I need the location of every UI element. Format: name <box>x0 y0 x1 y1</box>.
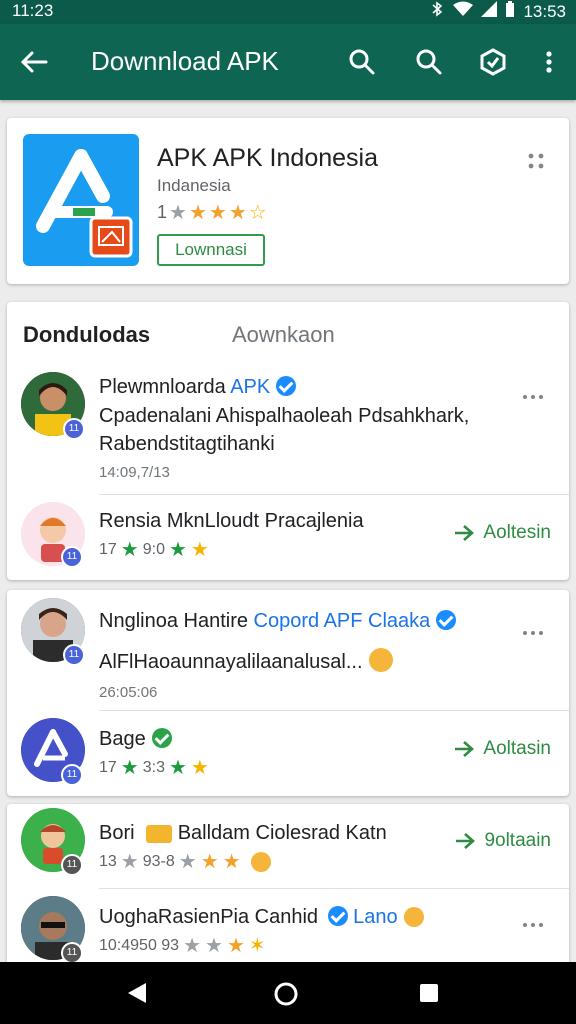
app-card: APK APK Indonesia Indanesia 1 ★ ★ ★ ★ ☆ … <box>7 118 569 284</box>
obtain-button[interactable]: 9oltaain <box>454 830 551 852</box>
divider <box>99 494 569 495</box>
downloads-card: Dondulodas Aownkaon 11 Plewmnloarda APK … <box>7 302 569 580</box>
nav-back-icon[interactable] <box>124 980 150 1011</box>
star-icon: ★ <box>226 935 245 957</box>
search-icon-secondary[interactable] <box>413 46 445 78</box>
grid-dots-icon[interactable] <box>527 152 545 170</box>
star-icon: ★ <box>168 539 187 561</box>
wifi-icon <box>453 1 474 22</box>
item-name: Bage <box>99 728 172 751</box>
item-name: Nnglinoa Hantire Copord APF Claaka <box>99 610 457 633</box>
star-icon: ★ <box>208 201 227 224</box>
system-nav-bar <box>0 962 576 1024</box>
avatar-badge: 11 <box>61 764 83 786</box>
status-time: 11:23 <box>12 1 54 20</box>
overflow-menu-icon[interactable] <box>533 46 565 78</box>
app-bar: Downnload APK <box>0 24 576 100</box>
star-icon: ✶ <box>248 935 266 957</box>
item-time: 14:09,7/13 <box>99 464 170 481</box>
star-icon: ★ <box>183 935 202 957</box>
emoji-icon <box>368 648 393 672</box>
avatar-badge: 11 <box>63 418 85 440</box>
item-name: Plewmnloarda APK <box>99 376 297 399</box>
half-star-icon: ☆ <box>248 201 267 224</box>
more-options-icon[interactable] <box>523 386 549 399</box>
avatar-badge: 11 <box>63 644 85 666</box>
more-options-icon[interactable] <box>523 914 549 927</box>
verified-icon <box>151 728 172 748</box>
bluetooth-icon <box>429 1 445 22</box>
item-description-2: Rabendstitagtihanki <box>99 433 275 455</box>
star-icon: ★ <box>120 757 139 779</box>
star-icon: ★ <box>205 935 223 957</box>
star-icon: ★ <box>178 851 197 873</box>
star-icon: ★ <box>190 539 209 561</box>
back-arrow-icon[interactable] <box>18 46 50 78</box>
divider <box>99 710 569 711</box>
app-name: APK APK Indonesia <box>157 144 378 172</box>
item-rating: 17 ★ 9:0 ★ ★ <box>99 539 209 561</box>
verified-icon <box>436 610 457 630</box>
search-icon[interactable] <box>346 46 378 78</box>
emoji-icon <box>146 825 173 843</box>
send-arrow-icon <box>455 741 475 757</box>
star-icon: ★ <box>228 201 247 224</box>
avatar-badge: 11 <box>61 942 83 964</box>
emoji-icon <box>250 852 271 872</box>
item-rating: 10:4950 93 ★ ★ ★ ✶ <box>99 935 266 957</box>
nav-home-icon[interactable] <box>272 980 300 1013</box>
second-list-card: 11 Nnglinoa Hantire Copord APF Claaka Al… <box>7 590 569 796</box>
verified-icon <box>276 376 297 396</box>
avatar-badge: 11 <box>61 546 83 568</box>
star-icon: ★ <box>168 757 187 779</box>
download-button[interactable]: Lownnasi <box>157 234 265 266</box>
tab-secondary[interactable]: Aownkaon <box>232 322 335 348</box>
star-icon: ★ <box>190 757 209 779</box>
item-name: Rensia MknLloudt Pracajlenia <box>99 510 364 532</box>
star-icon: ★ <box>200 851 219 873</box>
item-description: Cpadenalani Ahispalhaoleah Pdsahkhark, <box>99 405 470 427</box>
divider <box>99 888 569 889</box>
star-icon: ★ <box>120 851 139 873</box>
item-name: UoghaRasienPia Canhid Lano <box>99 906 424 929</box>
page-title: Downnload APK <box>91 46 279 76</box>
signal-icon <box>481 1 498 22</box>
more-options-icon[interactable] <box>523 622 549 635</box>
avatar-badge: 11 <box>61 854 83 876</box>
verified-icon <box>327 906 348 926</box>
sync-icon[interactable] <box>477 46 509 78</box>
item-rating: 17 ★ 3:3 ★ ★ <box>99 757 209 779</box>
item-time: 26:05:06 <box>99 684 158 701</box>
tab-downloads[interactable]: Dondulodas <box>23 322 150 348</box>
app-subtitle: Indanesia <box>157 176 231 195</box>
obtain-button[interactable]: Aoltesin <box>453 522 551 544</box>
emoji-icon <box>403 907 424 927</box>
app-rating: 1 ★ ★ ★ ★ ☆ <box>157 201 267 224</box>
battery-icon <box>505 1 515 22</box>
app-logo <box>23 134 139 266</box>
item-rating: 13 ★ 93-8 ★ ★ ★ <box>99 852 271 872</box>
star-icon: ★ <box>222 851 241 873</box>
item-description: AlFlHaoaunnayalilaanalusal... <box>99 648 393 676</box>
obtain-button[interactable]: Aoltasin <box>453 738 551 760</box>
item-name: Bori Balldam Ciolesrad Katn <box>99 822 387 844</box>
nav-recents-icon[interactable] <box>418 982 440 1009</box>
status-bar: 11:23 13:53 <box>0 0 576 24</box>
status-clock: 13:53 <box>523 1 566 21</box>
send-arrow-icon <box>455 525 475 541</box>
send-arrow-icon <box>456 833 476 849</box>
star-icon: ★ <box>120 539 139 561</box>
star-icon: ★ <box>188 201 207 224</box>
third-list-card: 11 Bori Balldam Ciolesrad Katn 13 ★ 93-8… <box>7 804 569 974</box>
star-icon: ★ <box>169 201 187 224</box>
